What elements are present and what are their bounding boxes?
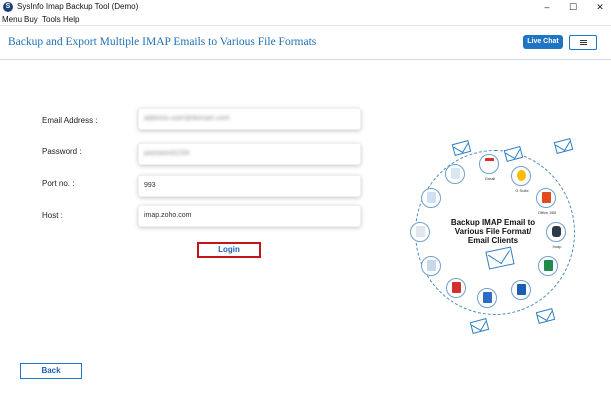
host-label: Host : xyxy=(42,211,63,220)
menu-item-help[interactable]: Help xyxy=(63,15,79,24)
word-file-icon xyxy=(477,288,497,308)
gsuite-label: G Suite xyxy=(515,188,529,193)
envelope-icon xyxy=(553,138,574,154)
gsuite-icon: G Suite xyxy=(511,166,531,193)
menu-item-buy[interactable]: Buy xyxy=(24,15,38,24)
imap-icon: Imap xyxy=(546,222,566,249)
office365-label: Office 365 xyxy=(537,210,557,215)
sysinfo-logo-icon: S xyxy=(3,2,13,12)
window-title: SysInfo Imap Backup Tool (Demo) xyxy=(17,2,139,11)
eml-file-icon xyxy=(421,188,441,208)
export-formats-illustration: Gmail G Suite Office 365 Imap Backup IMA… xyxy=(405,130,585,334)
host-field[interactable]: imap.zoho.com xyxy=(138,205,361,227)
office365-icon: Office 365 xyxy=(536,188,556,215)
header-divider xyxy=(0,59,611,60)
port-label: Port no. : xyxy=(42,179,75,188)
envelope-icon xyxy=(535,308,556,324)
gmail-label: Gmail xyxy=(484,176,496,181)
host-value: imap.zoho.com xyxy=(144,212,192,219)
mbox-file-icon xyxy=(410,222,430,242)
pdf-red-file-icon xyxy=(446,278,466,298)
password-field[interactable]: password1234 xyxy=(138,143,361,165)
close-button[interactable]: ✕ xyxy=(593,1,607,13)
port-field[interactable]: 993 xyxy=(138,175,361,197)
hamburger-menu-button[interactable] xyxy=(569,35,597,50)
email-label: Email Address : xyxy=(42,116,98,125)
login-button[interactable]: Login xyxy=(197,242,261,258)
minimize-button[interactable]: – xyxy=(540,1,554,13)
live-chat-button[interactable]: Live Chat xyxy=(523,35,563,49)
hamburger-icon xyxy=(580,40,587,41)
maximize-button[interactable]: ☐ xyxy=(566,1,580,13)
back-button[interactable]: Back xyxy=(20,363,82,379)
port-value: 993 xyxy=(144,182,156,189)
password-label: Password : xyxy=(42,147,82,156)
gmail-icon: Gmail xyxy=(479,154,499,181)
doc-file-icon xyxy=(421,256,441,276)
envelope-icon xyxy=(469,318,490,334)
page-title: Backup and Export Multiple IMAP Emails t… xyxy=(8,36,317,48)
menu-item-tools[interactable]: Tools xyxy=(42,15,61,24)
pdf-file-icon xyxy=(445,164,465,184)
imap-label: Imap xyxy=(552,244,562,249)
title-bar: S SysInfo Imap Backup Tool (Demo) – ☐ ✕ xyxy=(0,0,611,14)
menu-item-menu[interactable]: Menu xyxy=(2,15,22,24)
outlook-icon xyxy=(511,280,531,300)
illustration-caption: Backup IMAP Email to Various File Format… xyxy=(450,218,536,245)
excel-file-icon xyxy=(538,256,558,276)
password-value: password1234 xyxy=(144,150,190,157)
app-window: S SysInfo Imap Backup Tool (Demo) – ☐ ✕ … xyxy=(0,0,611,396)
email-value: address.user@domain.com xyxy=(144,115,230,122)
email-field[interactable]: address.user@domain.com xyxy=(138,108,361,130)
menu-bar: Menu Buy Tools Help xyxy=(0,14,611,26)
